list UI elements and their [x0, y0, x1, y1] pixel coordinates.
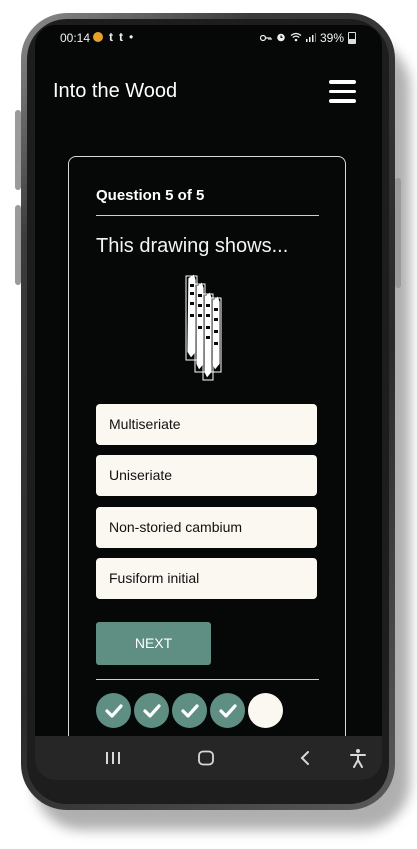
- progress-step-complete: [96, 693, 131, 728]
- recent-apps-icon[interactable]: [95, 736, 131, 780]
- app-header: Into the Wood: [35, 80, 382, 120]
- next-button[interactable]: NEXT: [96, 622, 211, 665]
- progress-step-complete: [172, 693, 207, 728]
- notification-t-icon: t: [109, 30, 113, 44]
- home-icon[interactable]: [188, 736, 224, 780]
- progress-step-current: [248, 693, 283, 728]
- question-counter: Question 5 of 5: [96, 187, 205, 204]
- app-screen: 00:14 t t • 39% Into the Wood Question 5…: [35, 25, 382, 780]
- progress-indicator: [96, 693, 283, 728]
- progress-step-complete: [134, 693, 169, 728]
- more-notifications-icon: •: [129, 30, 134, 44]
- status-time: 00:14: [60, 31, 91, 45]
- back-icon[interactable]: [287, 736, 323, 780]
- notification-icon: [93, 32, 103, 42]
- accessibility-icon[interactable]: [340, 736, 376, 780]
- battery-icon: [348, 32, 356, 44]
- volume-up-button: [15, 110, 21, 190]
- progress-step-complete: [210, 693, 245, 728]
- check-icon: [104, 703, 123, 718]
- answer-option-non-storied-cambium[interactable]: Non-storied cambium: [96, 507, 317, 548]
- wifi-icon: [290, 31, 302, 45]
- answer-option-fusiform-initial[interactable]: Fusiform initial: [96, 558, 317, 599]
- alarm-icon: [276, 31, 286, 45]
- quiz-card: Question 5 of 5 This drawing shows... Mu…: [68, 156, 346, 780]
- volume-down-button: [15, 205, 21, 285]
- divider: [96, 215, 319, 216]
- wood-ray-drawing: [182, 273, 232, 384]
- check-icon: [180, 703, 199, 718]
- signal-icon: [305, 31, 316, 45]
- question-text: This drawing shows...: [96, 235, 289, 257]
- android-navigation-bar: [35, 736, 382, 780]
- status-bar: 00:14 t t • 39%: [35, 25, 382, 49]
- key-icon: [259, 31, 272, 45]
- check-icon: [218, 703, 237, 718]
- notification-t-icon: t: [119, 30, 123, 44]
- hamburger-menu-icon[interactable]: [329, 80, 356, 104]
- app-title: Into the Wood: [53, 80, 178, 102]
- divider: [96, 679, 319, 680]
- answer-option-multiseriate[interactable]: Multiseriate: [96, 404, 317, 445]
- answer-option-uniseriate[interactable]: Uniseriate: [96, 455, 317, 496]
- power-button: [395, 178, 401, 288]
- check-icon: [142, 703, 161, 718]
- battery-percentage: 39%: [319, 31, 344, 45]
